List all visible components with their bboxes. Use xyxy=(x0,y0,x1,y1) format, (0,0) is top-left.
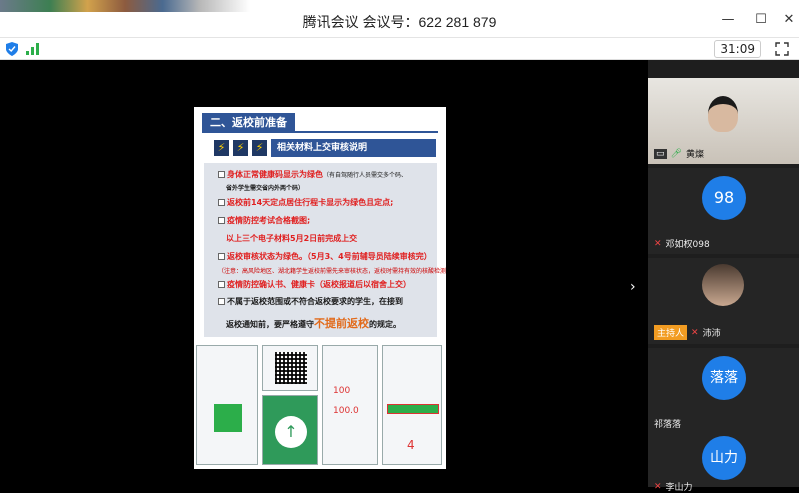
list-item: 返校审核状态为绿色。（5月3、4号前辅导员陆续审核完） xyxy=(218,251,432,262)
participant-name: 主持人 ✕ 沛沛 xyxy=(654,325,721,340)
lightning-icon: ⚡ xyxy=(214,140,229,156)
mic-muted-icon: ✕ xyxy=(691,327,699,338)
score-value: 100 xyxy=(333,386,351,396)
meeting-toolbar: 31:09 xyxy=(0,38,799,60)
lightning-icon: ⚡ xyxy=(233,140,248,156)
slide-header: 二、返校前准备 xyxy=(202,113,438,133)
screen-share-icon: ▭ xyxy=(654,148,667,159)
qr-code xyxy=(275,352,307,384)
avatar: 山力 xyxy=(702,436,746,480)
list-item: 身体正常健康码显示为绿色（有自驾随行人员需交多个码、 xyxy=(218,169,407,180)
list-item: 疫情防控确认书、健康卡（返校报道后以宿舍上交） xyxy=(218,279,411,290)
avatar xyxy=(702,264,744,306)
chevron-right-icon[interactable]: › xyxy=(630,279,636,295)
mic-icon: 🎤︎ xyxy=(670,148,682,159)
participant-tile[interactable]: ▭ 🎤︎ 黄燦 xyxy=(648,78,799,164)
lightning-icon: ⚡ xyxy=(252,140,267,156)
participant-name: ✕ 邓如权098 xyxy=(654,238,710,251)
trip-card-screenshot: ↑ xyxy=(262,395,318,465)
qr-screenshot xyxy=(262,345,318,391)
exam-screenshot: 100 100.0 xyxy=(322,345,378,465)
maximize-button[interactable]: ☐ xyxy=(752,11,770,29)
title-bar: 腾讯会议 会议号：622 281 879 — ☐ ✕ xyxy=(0,0,799,38)
banner-label: 相关材料上交审核说明 xyxy=(271,139,436,157)
banner: ⚡ ⚡ ⚡ 相关材料上交审核说明 xyxy=(214,137,436,159)
window-title: 腾讯会议 会议号：622 281 879 xyxy=(302,14,497,30)
health-code-screenshot xyxy=(196,345,258,465)
step-number: 4 xyxy=(407,438,415,452)
section-title: 二、返校前准备 xyxy=(202,113,295,133)
participant-tile[interactable]: 主持人 ✕ 沛沛 xyxy=(648,258,799,344)
participant-tile[interactable]: 山力 ✕ 李山力 xyxy=(648,428,799,493)
host-badge: 主持人 xyxy=(654,325,688,340)
list-item: 疫情防控考试合格截图; xyxy=(218,215,310,226)
close-button[interactable]: ✕ xyxy=(780,11,798,29)
screenshot-examples: ↑ 100 100.0 4 xyxy=(196,343,444,467)
fullscreen-icon[interactable] xyxy=(775,42,789,56)
avatar: 98 xyxy=(702,176,746,220)
list-item: 返校前14天定点居住行程卡显示为绿色且定点; xyxy=(218,197,393,208)
list-item: 省外学生需交省内外两个码） xyxy=(226,185,305,192)
status-bar xyxy=(387,404,439,414)
list-note: （注意：高风险地区、湖北籍学生返校前需先来审核状态，返校时需持有效的核酸检测报告… xyxy=(218,268,446,275)
shared-slide: 二、返校前准备 ⚡ ⚡ ⚡ 相关材料上交审核说明 身体正常健康码显示为绿色（有自… xyxy=(194,107,446,469)
participant-tile[interactable]: 落落 祁落落 xyxy=(648,348,799,434)
content-box: 身体正常健康码显示为绿色（有自驾随行人员需交多个码、 省外学生需交省内外两个码）… xyxy=(204,163,446,337)
title-decoration xyxy=(0,0,250,12)
signal-icon[interactable] xyxy=(26,43,40,55)
arrow-up-icon: ↑ xyxy=(275,416,307,448)
minimize-button[interactable]: — xyxy=(719,11,737,29)
participant-name: ▭ 🎤︎ 黄燦 xyxy=(654,148,704,160)
score-value: 100.0 xyxy=(333,406,359,416)
checkbox-icon xyxy=(218,217,225,224)
qr-code xyxy=(214,404,242,432)
status-screenshot: 4 xyxy=(382,345,442,465)
meeting-timer: 31:09 xyxy=(714,40,761,58)
person-face xyxy=(708,96,738,132)
list-item: 返校通知前，要严格遵守不提前返校的规定。 xyxy=(226,317,401,330)
avatar: 落落 xyxy=(702,356,746,400)
checkbox-icon xyxy=(218,199,225,206)
checkbox-icon xyxy=(218,171,225,178)
participant-panel: ▭ 🎤︎ 黄燦 98 ✕ 邓如权098 主持人 ✕ 沛沛 落落 祁落落 山力 ✕ 李山力 xyxy=(648,60,799,493)
list-item: 以上三个电子材料5月2日前完成上交 xyxy=(226,234,358,243)
checkbox-icon xyxy=(218,281,225,288)
list-item: 不属于返校范围或不符合返校要求的学生，在接到 xyxy=(218,296,403,307)
shield-icon[interactable] xyxy=(6,42,18,56)
participant-tile[interactable]: 98 ✕ 邓如权098 xyxy=(648,168,799,254)
checkbox-icon xyxy=(218,298,225,305)
checkbox-icon xyxy=(218,253,225,260)
mic-muted-icon: ✕ xyxy=(654,238,662,249)
